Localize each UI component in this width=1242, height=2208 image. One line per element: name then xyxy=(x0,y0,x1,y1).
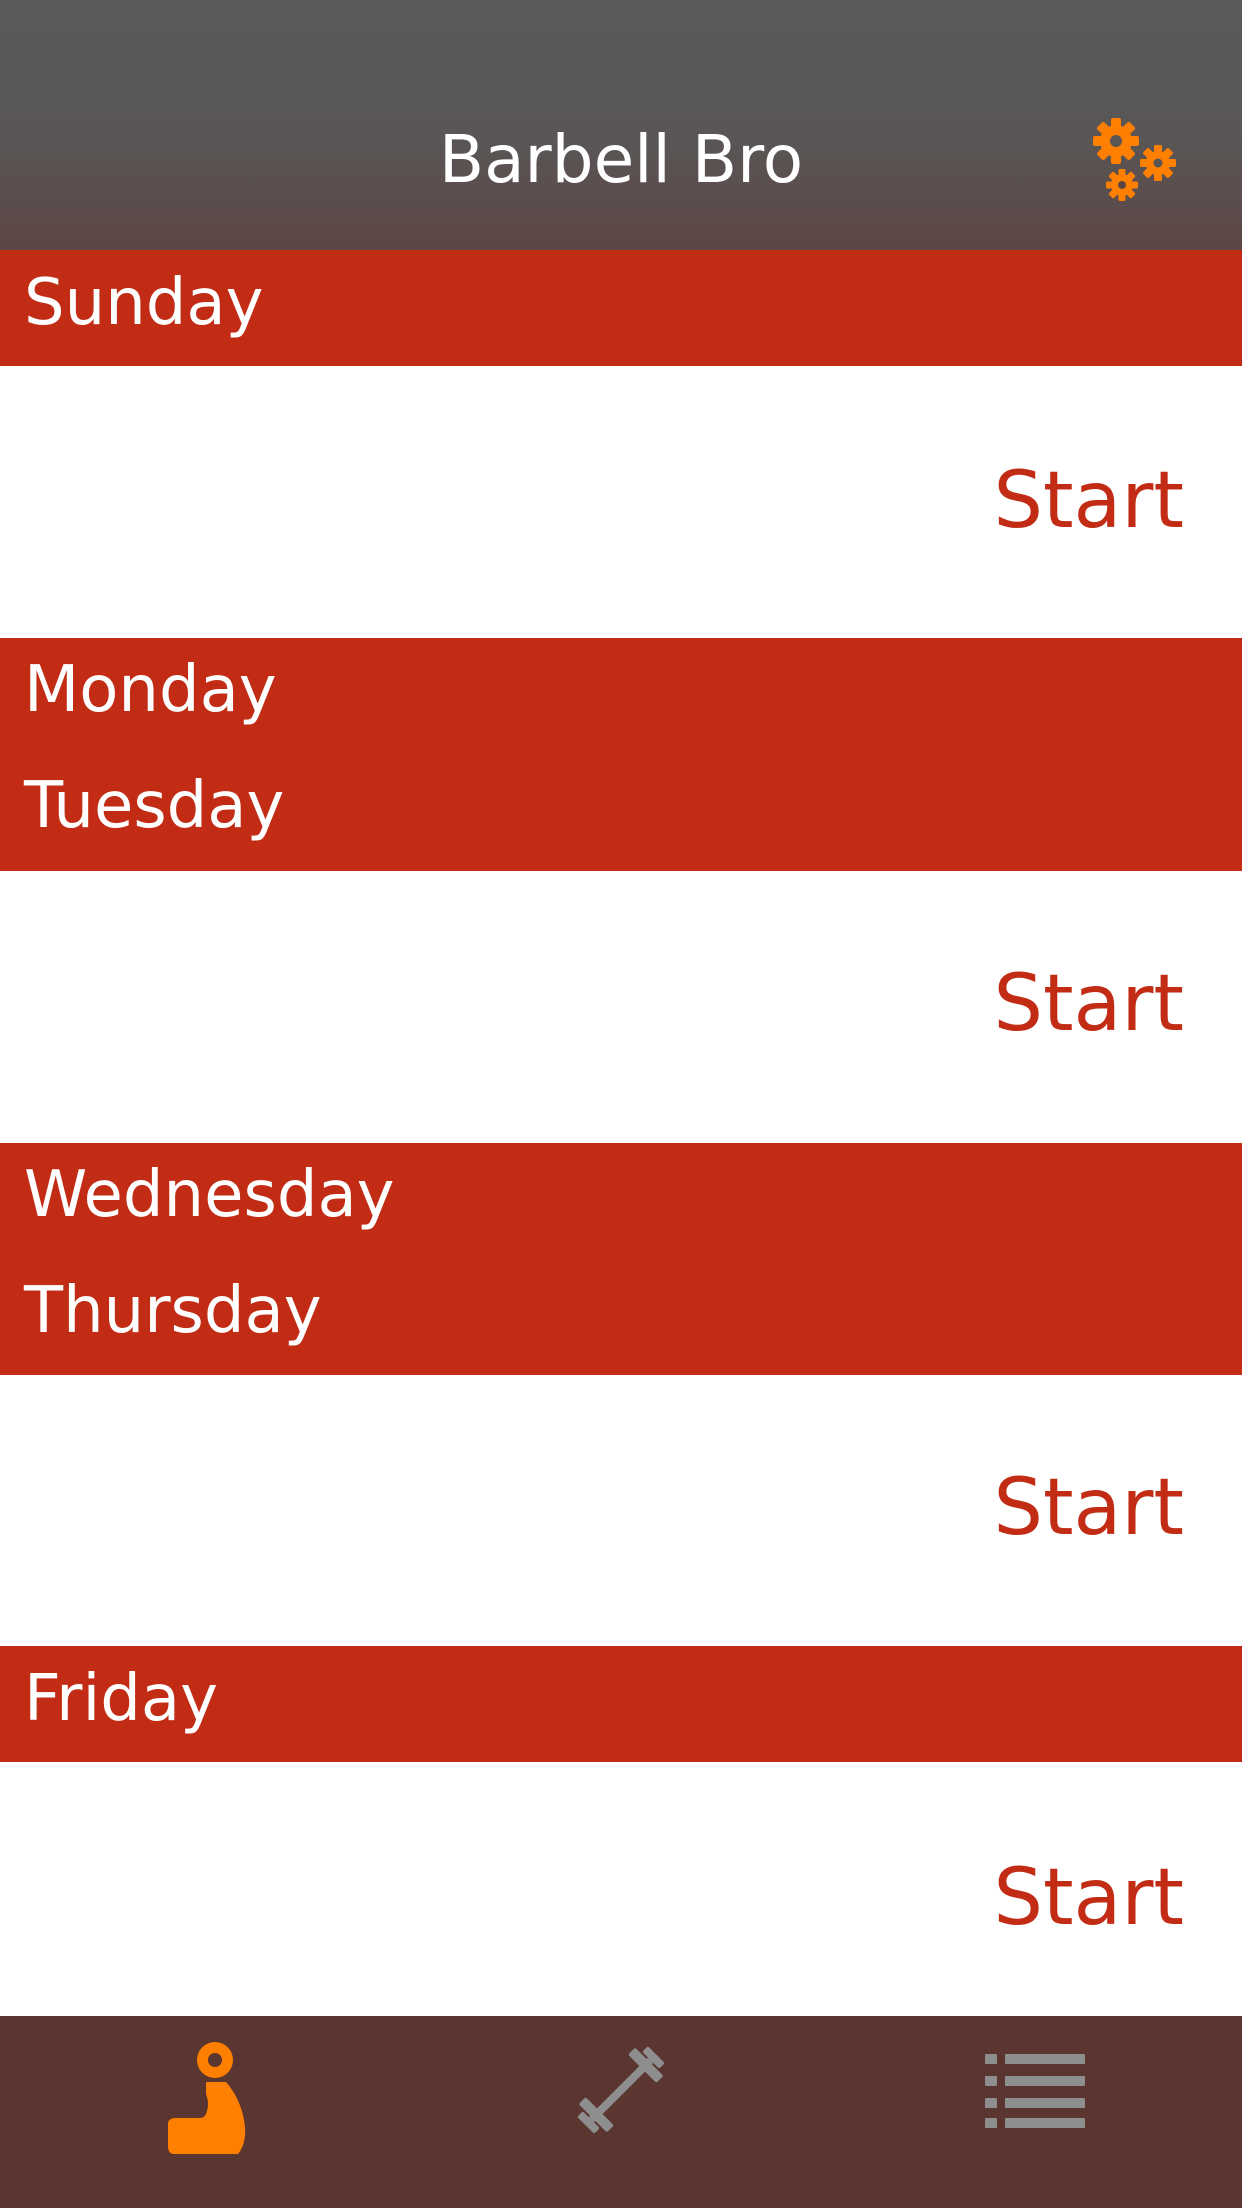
schedule-list: Sunday Start Monday Tuesday Start Wednes… xyxy=(0,250,1242,2016)
gears-icon xyxy=(1093,118,1176,201)
day-label-thursday: Thursday xyxy=(24,1274,322,1348)
day-label-monday: Monday xyxy=(24,653,277,727)
section-header-wednesday-thursday: Wednesday Thursday xyxy=(0,1143,1242,1375)
app-screen: Barbell Bro Sunday Start Monday Tuesday … xyxy=(0,0,1242,2208)
app-title: Barbell Bro xyxy=(438,121,804,198)
settings-button[interactable] xyxy=(1088,113,1184,209)
tab-bar xyxy=(0,2016,1242,2208)
tab-exercises[interactable] xyxy=(414,2016,828,2208)
start-button-friday[interactable]: Start xyxy=(993,1838,1184,1958)
barbell-icon xyxy=(577,2046,665,2134)
section-header-sunday: Sunday xyxy=(0,250,1242,366)
section-header-friday: Friday xyxy=(0,1646,1242,1762)
flexed-bicep-icon xyxy=(168,2042,246,2154)
navigation-bar: Barbell Bro xyxy=(0,0,1242,250)
day-label-tuesday: Tuesday xyxy=(24,769,285,843)
start-button-wednesday-thursday[interactable]: Start xyxy=(993,1448,1184,1568)
day-label-friday: Friday xyxy=(24,1662,218,1736)
list-icon xyxy=(985,2054,1085,2128)
start-button-monday-tuesday[interactable]: Start xyxy=(993,944,1184,1064)
section-header-monday-tuesday: Monday Tuesday xyxy=(0,638,1242,871)
start-button-sunday[interactable]: Start xyxy=(993,441,1184,561)
day-label-wednesday: Wednesday xyxy=(24,1158,395,1232)
tab-list[interactable] xyxy=(828,2016,1242,2208)
day-label-sunday: Sunday xyxy=(24,266,264,340)
tab-workout[interactable] xyxy=(0,2016,414,2208)
